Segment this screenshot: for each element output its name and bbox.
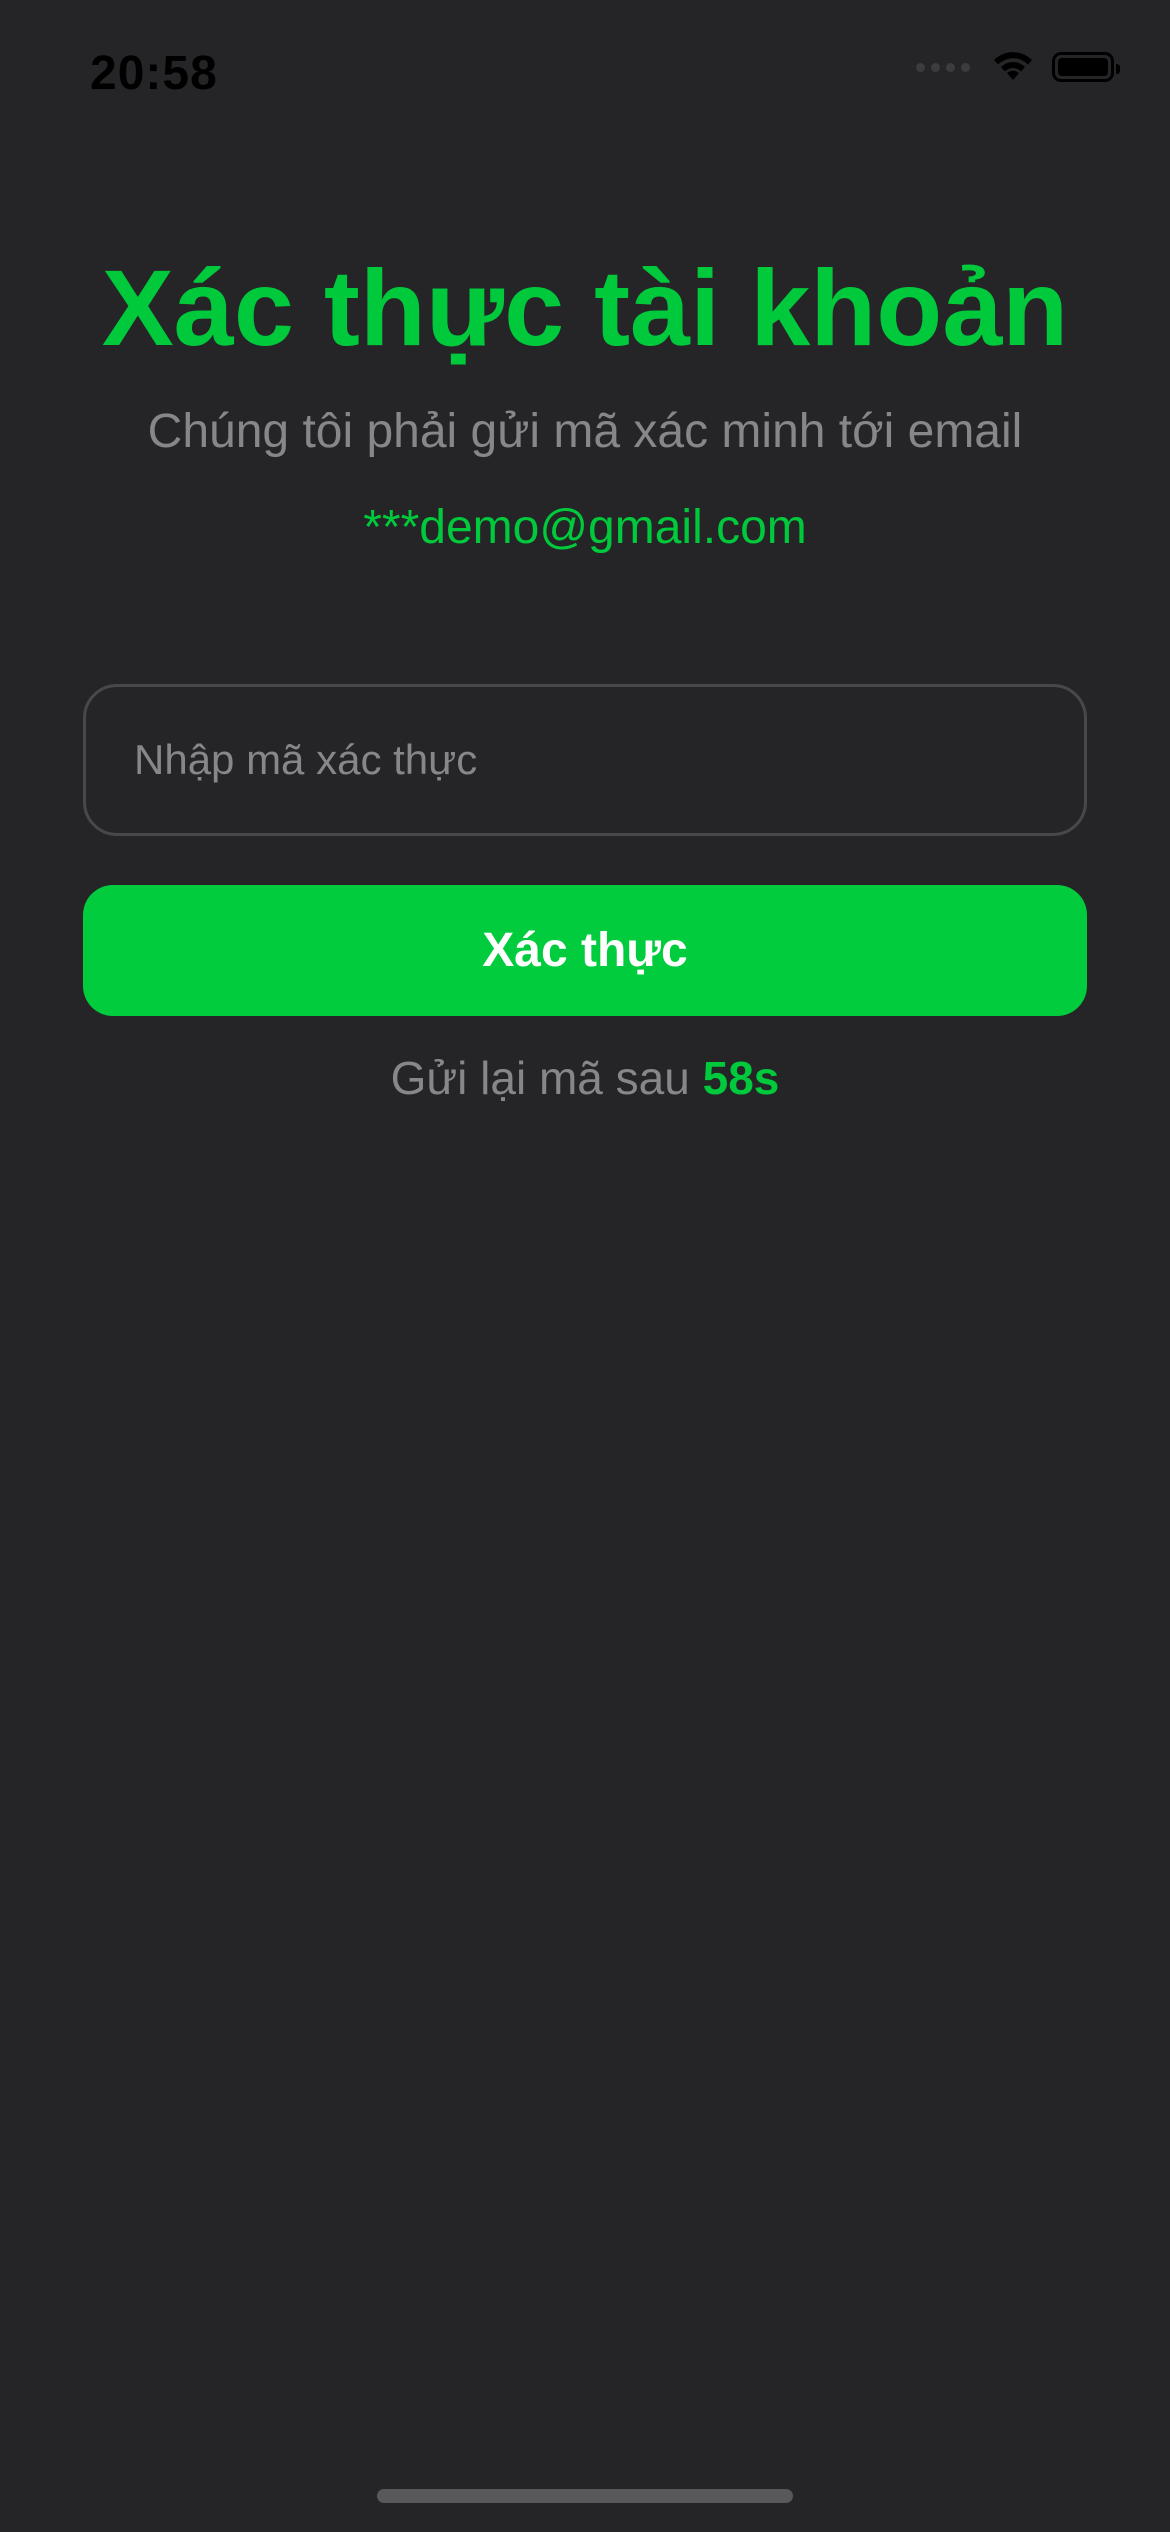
page-subtitle: Chúng tôi phải gửi mã xác minh tới email [147, 405, 1023, 458]
resend-code-text: Gửi lại mã sau 58s [0, 1048, 1170, 1108]
status-bar: 20:58 [0, 0, 1170, 150]
verify-button[interactable]: Xác thực [83, 885, 1087, 1016]
verification-code-input[interactable] [83, 684, 1087, 836]
resend-label: Gửi lại mã sau [390, 1052, 690, 1104]
wifi-icon [994, 52, 1032, 80]
battery-fill [1058, 58, 1108, 76]
resend-countdown: 58s [702, 1052, 780, 1104]
page-title: Xác thực tài khoản [101, 247, 1069, 368]
status-time: 20:58 [90, 47, 218, 100]
battery-icon [1052, 52, 1120, 82]
cellular-signal-icon [916, 62, 970, 72]
masked-email: ***demo@gmail.com [363, 501, 807, 554]
status-icons [916, 50, 1120, 84]
home-indicator[interactable] [377, 2489, 793, 2503]
